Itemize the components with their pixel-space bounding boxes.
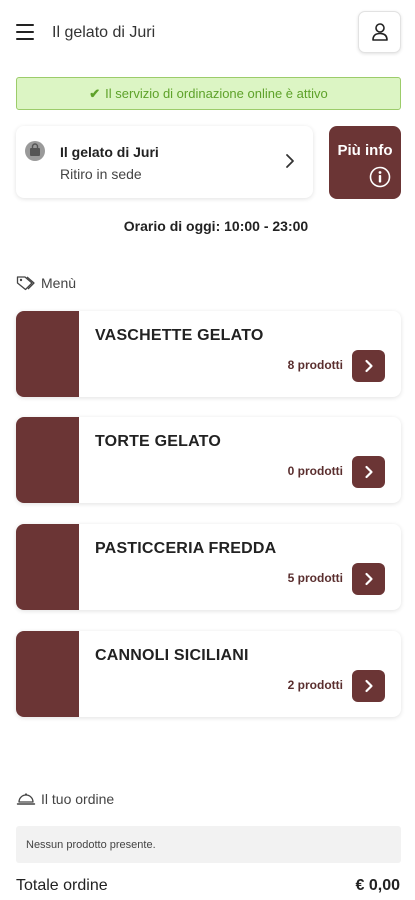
opening-hours: Orario di oggi: 10:00 - 23:00	[123, 218, 309, 234]
category-card[interactable]: CANNOLI SICILIANI 2 prodotti	[16, 631, 401, 717]
hamburger-menu-icon[interactable]	[16, 24, 34, 40]
category-name: VASCHETTE GELATO	[95, 327, 264, 344]
tag-icon	[16, 276, 35, 291]
info-icon	[369, 166, 391, 188]
order-empty-message: Nessun prodotto presente.	[16, 826, 401, 863]
cloche-icon	[16, 793, 36, 805]
chevron-right-icon	[364, 359, 373, 373]
category-product-count: 5 prodotti	[287, 571, 343, 585]
ordering-active-banner: ✔ Il servizio di ordinazione online è at…	[16, 77, 401, 110]
chevron-right-icon	[364, 679, 373, 693]
category-image	[16, 631, 79, 717]
banner-text: Il servizio di ordinazione online è atti…	[105, 86, 328, 101]
category-product-count: 0 prodotti	[287, 464, 343, 478]
category-image	[16, 524, 79, 610]
category-card[interactable]: PASTICCERIA FREDDA 5 prodotti	[16, 524, 401, 610]
category-image	[16, 417, 79, 503]
app-title: Il gelato di Juri	[52, 24, 156, 41]
pickup-mode-label: Ritiro in sede	[60, 166, 142, 182]
app-header: Il gelato di Juri	[0, 0, 415, 66]
category-name: PASTICCERIA FREDDA	[95, 540, 277, 557]
category-card[interactable]: TORTE GELATO 0 prodotti	[16, 417, 401, 503]
category-open-button[interactable]	[352, 563, 385, 595]
store-name: Il gelato di Juri	[60, 144, 159, 160]
category-product-count: 2 prodotti	[287, 678, 343, 692]
chevron-right-icon	[364, 465, 373, 479]
store-bag-icon	[25, 141, 45, 161]
category-open-button[interactable]	[352, 456, 385, 488]
category-card[interactable]: VASCHETTE GELATO 8 prodotti	[16, 311, 401, 397]
chevron-right-icon	[364, 572, 373, 586]
category-name: TORTE GELATO	[95, 433, 221, 450]
category-open-button[interactable]	[352, 670, 385, 702]
category-image	[16, 311, 79, 397]
menu-section-title: Menù	[41, 275, 77, 291]
order-total-label: Totale ordine	[16, 877, 108, 894]
category-product-count: 8 prodotti	[287, 358, 343, 372]
store-selector-card[interactable]: Il gelato di Juri Ritiro in sede	[16, 126, 313, 198]
category-open-button[interactable]	[352, 350, 385, 382]
menu-section-heading: Menù	[16, 275, 76, 291]
order-total-value: € 0,00	[355, 877, 400, 894]
check-icon: ✔	[89, 85, 101, 101]
user-account-button[interactable]	[358, 11, 401, 53]
category-name: CANNOLI SICILIANI	[95, 647, 249, 664]
order-section-heading: Il tuo ordine	[16, 791, 114, 807]
more-info-button[interactable]: Più info	[329, 126, 401, 199]
chevron-right-icon	[286, 154, 294, 168]
user-icon	[371, 23, 388, 41]
more-info-label: Più info	[337, 142, 393, 159]
order-section-title: Il tuo ordine	[41, 791, 115, 807]
